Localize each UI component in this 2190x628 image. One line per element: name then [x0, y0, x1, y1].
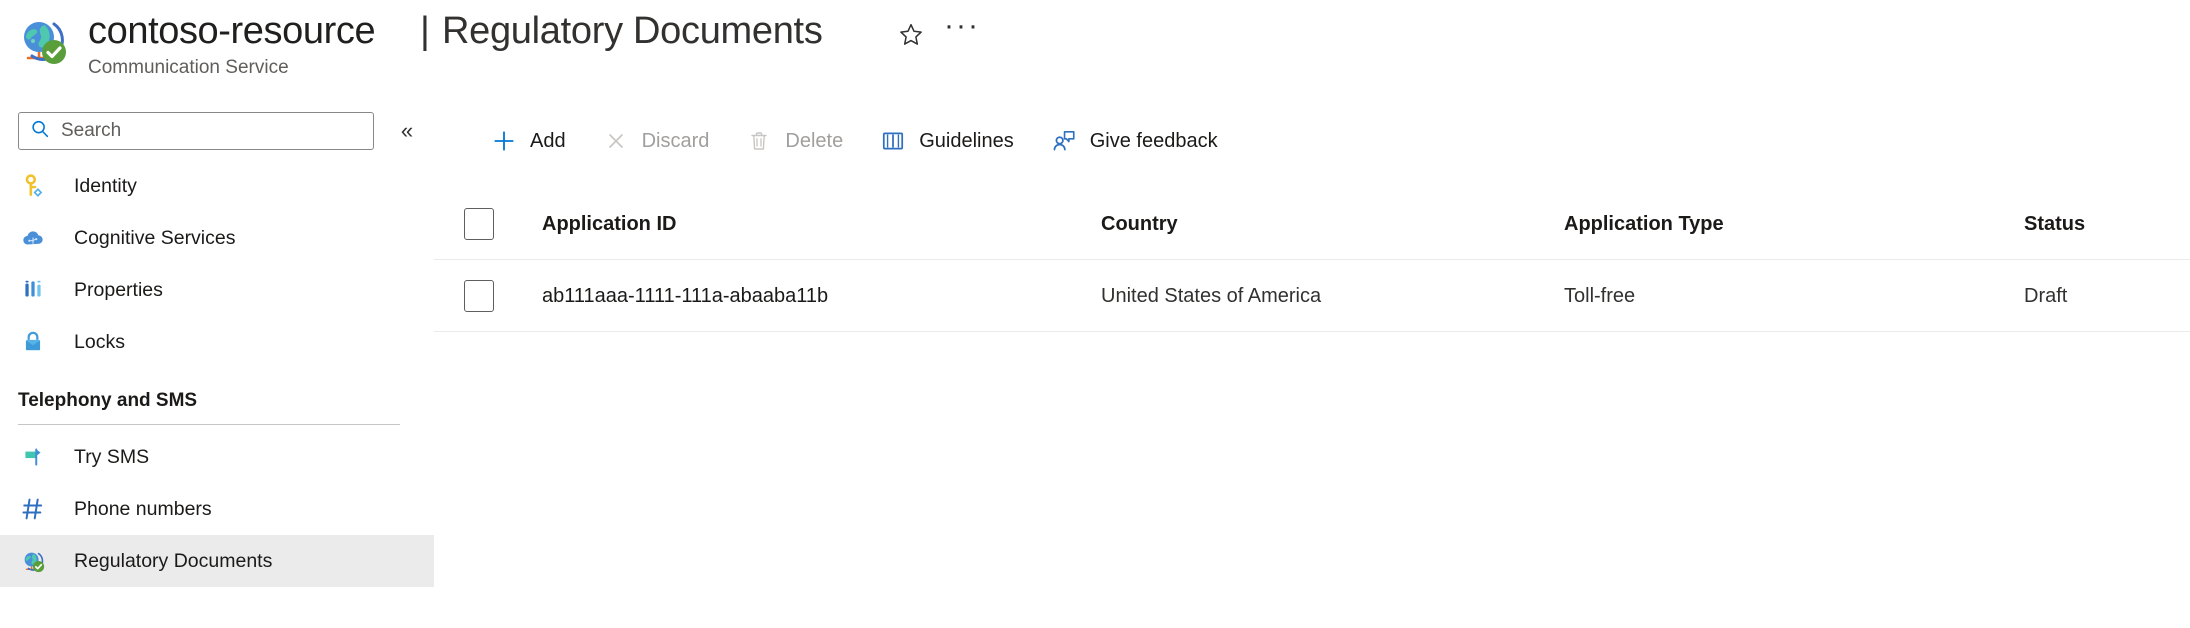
- sidebar-nav: Identity Cognitive Services Properties L…: [0, 160, 434, 587]
- give-feedback-label: Give feedback: [1089, 129, 1218, 152]
- chevron-double-left-icon[interactable]: «: [390, 116, 424, 146]
- search-input[interactable]: Search: [18, 112, 374, 150]
- delete-label: Delete: [785, 129, 844, 152]
- key-identity-icon: [18, 171, 48, 201]
- cell-country: United States of America: [1101, 284, 1322, 307]
- cloud-brain-icon: [18, 223, 48, 253]
- add-button[interactable]: Add: [476, 118, 580, 164]
- discard-button[interactable]: Discard: [588, 118, 724, 164]
- cell-application-type: Toll-free: [1564, 284, 1636, 307]
- give-feedback-button[interactable]: Give feedback: [1036, 118, 1232, 164]
- sidebar-item-cognitive-services[interactable]: Cognitive Services: [0, 212, 434, 264]
- select-all-checkbox[interactable]: [464, 188, 494, 260]
- guidelines-button[interactable]: Guidelines: [865, 118, 1028, 164]
- sidebar-group-telephony: Telephony and SMS: [0, 368, 434, 431]
- flag-sms-icon: [18, 442, 48, 472]
- column-header-country[interactable]: Country: [1101, 188, 1178, 260]
- discard-label: Discard: [641, 129, 710, 152]
- column-header-application-type[interactable]: Application Type: [1564, 188, 1724, 260]
- properties-bars-icon: [18, 275, 48, 305]
- guidelines-label: Guidelines: [919, 129, 1014, 152]
- sidebar-item-label: Try SMS: [74, 445, 150, 468]
- sidebar-item-label: Identity: [74, 174, 137, 197]
- book-icon: [879, 127, 907, 155]
- row-checkbox[interactable]: [464, 260, 494, 332]
- page-title: Regulatory Documents: [442, 10, 823, 52]
- sidebar-item-label: Properties: [74, 278, 163, 301]
- sidebar-item-properties[interactable]: Properties: [0, 264, 434, 316]
- ellipsis-icon[interactable]: ···: [940, 11, 984, 56]
- sidebar-item-locks[interactable]: Locks: [0, 316, 434, 368]
- sidebar-item-phone-numbers[interactable]: Phone numbers: [0, 483, 434, 535]
- column-header-application-id[interactable]: Application ID: [542, 188, 676, 260]
- close-x-icon: [602, 127, 630, 155]
- main-content: Add Discard Delete Guidelines Give feedb…: [434, 100, 2190, 628]
- azure-portal-blade: contoso-resource Communication Service |…: [0, 0, 2190, 628]
- sidebar-item-label: Phone numbers: [74, 497, 212, 520]
- checkbox-icon[interactable]: [464, 208, 494, 240]
- regulatory-documents-table: Application ID Country Application Type …: [434, 188, 2190, 332]
- table-header-row: Application ID Country Application Type …: [434, 188, 2190, 260]
- sidebar-item-label: Locks: [74, 330, 125, 353]
- table-row[interactable]: ab111aaa-1111-111a-abaaba11b United Stat…: [434, 260, 2190, 332]
- sidebar-item-try-sms[interactable]: Try SMS: [0, 431, 434, 483]
- checkbox-icon[interactable]: [464, 280, 494, 312]
- hash-number-icon: [18, 494, 48, 524]
- star-icon[interactable]: [890, 14, 932, 56]
- divider: [18, 424, 400, 425]
- sidebar-item-label: Cognitive Services: [74, 226, 236, 249]
- globe-check-icon: [18, 546, 48, 576]
- add-label: Add: [530, 129, 566, 152]
- sidebar-item-identity[interactable]: Identity: [0, 160, 434, 212]
- sidebar-item-regulatory-documents[interactable]: Regulatory Documents: [0, 535, 434, 587]
- plus-icon: [490, 127, 518, 155]
- cell-application-id: ab111aaa-1111-111a-abaaba11b: [542, 284, 829, 307]
- cell-status: Draft: [2024, 284, 2068, 307]
- resource-name: contoso-resource: [88, 10, 376, 52]
- sidebar: Search « Identity Cognitive Services Pro…: [0, 100, 434, 628]
- delete-button[interactable]: Delete: [731, 118, 857, 164]
- trash-icon: [745, 127, 773, 155]
- lock-icon: [18, 327, 48, 357]
- search-icon: [29, 118, 51, 145]
- title-separator: |: [420, 10, 430, 52]
- sidebar-group-title: Telephony and SMS: [18, 390, 198, 411]
- sidebar-item-label: Regulatory Documents: [74, 549, 273, 572]
- person-feedback-icon: [1050, 127, 1078, 155]
- search-placeholder: Search: [61, 120, 122, 141]
- column-header-status[interactable]: Status: [2024, 188, 2085, 260]
- resource-type: Communication Service: [88, 57, 289, 78]
- globe-check-icon: [14, 12, 70, 68]
- blade-header: contoso-resource Communication Service |…: [0, 0, 2190, 100]
- command-bar: Add Discard Delete Guidelines Give feedb…: [434, 114, 1240, 168]
